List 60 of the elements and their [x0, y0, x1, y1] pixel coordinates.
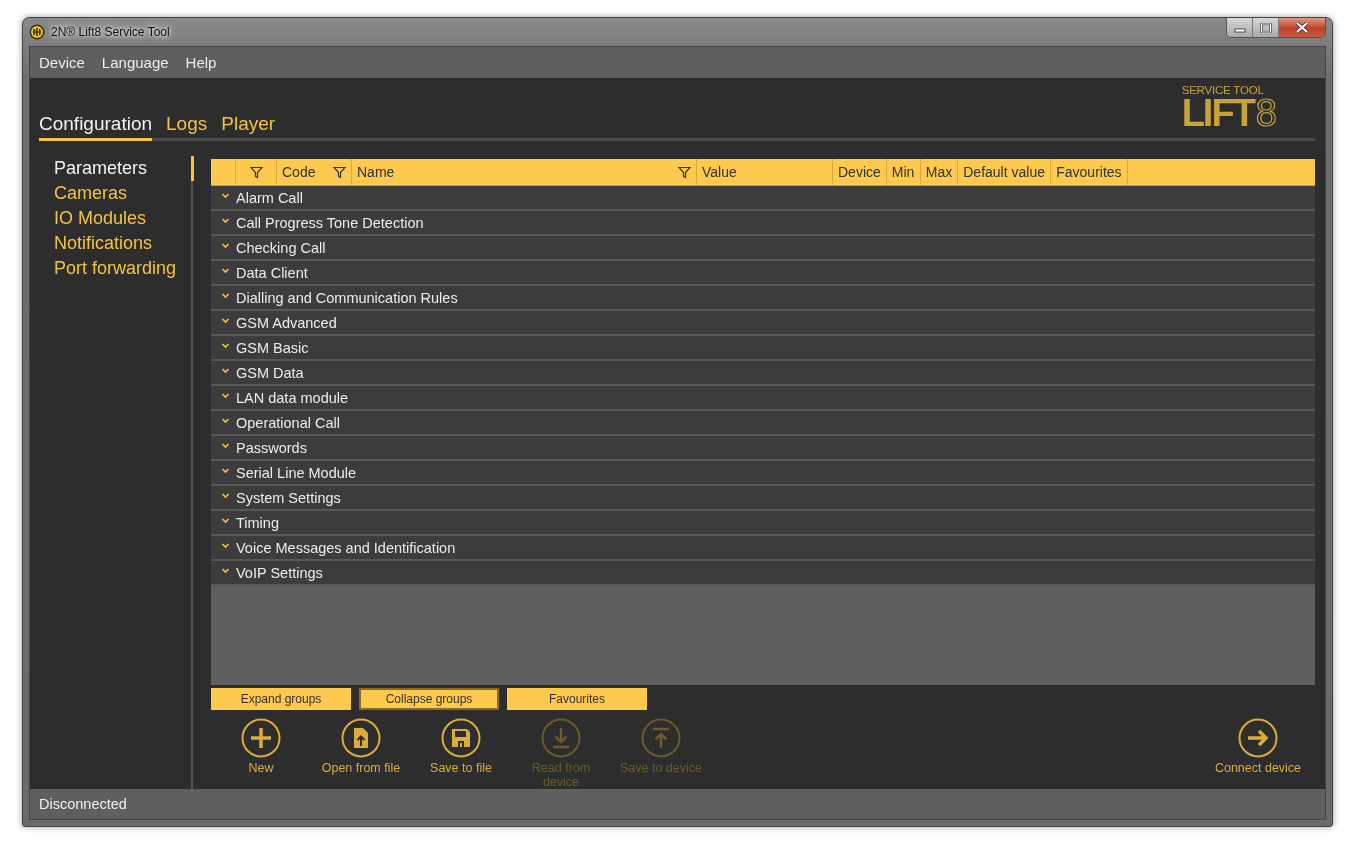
tab[interactable]: Logs: [166, 113, 208, 141]
column-header[interactable]: Code: [277, 159, 352, 185]
sidebar-item[interactable]: Cameras: [54, 181, 191, 206]
minimize-button[interactable]: [1227, 18, 1253, 37]
maximize-icon: [1259, 22, 1272, 33]
group-row[interactable]: GSM Basic: [211, 336, 1315, 361]
filter-icon[interactable]: [678, 165, 691, 179]
connect-device-button[interactable]: Connect device: [1208, 718, 1308, 789]
sidebar-item[interactable]: Notifications: [54, 231, 191, 256]
group-row[interactable]: Serial Line Module: [211, 461, 1315, 486]
menu-item[interactable]: Device: [39, 54, 85, 71]
group-row[interactable]: Data Client: [211, 261, 1315, 286]
group-row[interactable]: Dialling and Communication Rules: [211, 286, 1315, 311]
filter-icon[interactable]: [249, 165, 263, 179]
download-icon: [541, 718, 581, 758]
column-header[interactable]: Value: [697, 159, 833, 185]
arrow-right-icon: [1238, 718, 1278, 758]
tab[interactable]: Configuration: [39, 113, 153, 141]
app-icon: [29, 24, 45, 40]
action-button[interactable]: Open from file: [311, 718, 411, 789]
group-row[interactable]: Passwords: [211, 436, 1315, 461]
tab[interactable]: Player: [221, 113, 276, 141]
menu-item[interactable]: Help: [185, 54, 217, 71]
column-header[interactable]: Favourites: [1051, 159, 1128, 185]
group-button[interactable]: Favourites: [507, 688, 647, 710]
window-title: 2N® Lift8 Service Tool: [51, 25, 170, 39]
action-button[interactable]: Save to file: [411, 718, 511, 789]
status-text: Disconnected: [39, 796, 127, 812]
group-row[interactable]: VoIP Settings: [211, 561, 1315, 586]
group-row[interactable]: Alarm Call: [211, 186, 1315, 211]
close-icon: [1295, 22, 1309, 33]
column-header[interactable]: Name: [352, 159, 697, 185]
group-row[interactable]: Timing: [211, 511, 1315, 536]
save-icon: [441, 718, 481, 758]
maximize-button[interactable]: [1253, 18, 1279, 37]
upload-icon: [641, 718, 681, 758]
group-row[interactable]: Checking Call: [211, 236, 1315, 261]
sidebar-item[interactable]: Port forwarding: [54, 256, 191, 281]
group-row[interactable]: System Settings: [211, 486, 1315, 511]
group-row[interactable]: Operational Call: [211, 411, 1315, 436]
plus-icon: [241, 718, 281, 758]
filter-icon[interactable]: [333, 165, 346, 179]
action-button[interactable]: New: [211, 718, 311, 789]
group-row[interactable]: GSM Advanced: [211, 311, 1315, 336]
group-row[interactable]: LAN data module: [211, 386, 1315, 411]
menu-item[interactable]: Language: [101, 54, 169, 71]
column-header[interactable]: Min: [886, 159, 921, 185]
close-button[interactable]: [1279, 18, 1325, 37]
group-row[interactable]: GSM Data: [211, 361, 1315, 386]
group-row[interactable]: Voice Messages and Identification: [211, 536, 1315, 561]
column-header[interactable]: Default value: [958, 159, 1052, 185]
group-button[interactable]: Collapse groups: [359, 688, 499, 710]
column-header[interactable]: Max: [920, 159, 959, 185]
column-header[interactable]: Device: [833, 159, 887, 185]
sidebar-item[interactable]: Parameters: [54, 156, 191, 181]
sidebar-item[interactable]: IO Modules: [54, 206, 191, 231]
group-row[interactable]: Call Progress Tone Detection: [211, 211, 1315, 236]
open-file-icon: [341, 718, 381, 758]
logo: SERVICE TOOL LIFT8: [1181, 84, 1277, 130]
group-button[interactable]: Expand groups: [211, 688, 351, 710]
